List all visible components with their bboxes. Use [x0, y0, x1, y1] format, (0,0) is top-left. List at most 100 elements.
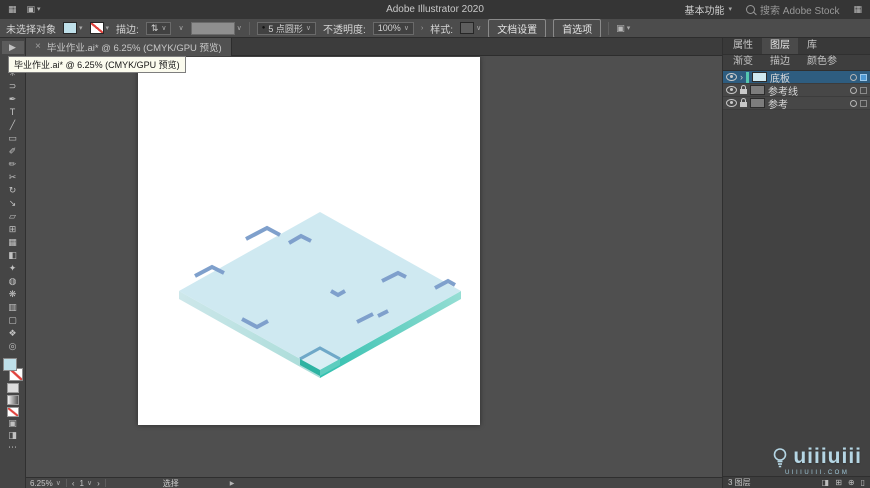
layer-row-reference[interactable]: 参考 — [723, 96, 870, 111]
selection-indicator-chip[interactable] — [860, 99, 867, 107]
new-layer-button[interactable]: ⊕ — [848, 478, 855, 487]
layer-thumbnail[interactable] — [750, 98, 765, 108]
fill-stroke-swatches[interactable] — [2, 358, 23, 381]
stroke-options-chevron-icon[interactable]: ∨ — [178, 25, 183, 32]
scissors-tool[interactable]: ✂ — [2, 171, 24, 184]
target-circle-icon[interactable] — [850, 73, 857, 81]
lock-icon[interactable] — [740, 85, 747, 94]
gradient-tool[interactable]: ◧ — [2, 249, 24, 262]
chevron-down-icon: ∨ — [305, 24, 311, 32]
none-mode-button[interactable] — [5, 406, 21, 417]
lock-icon[interactable] — [740, 98, 747, 107]
eyedropper-tool[interactable]: ✦ — [2, 262, 24, 275]
new-sublayer-button[interactable]: ⊞ — [835, 478, 842, 487]
line-segment-tool[interactable]: ╱ — [2, 119, 24, 132]
screen-mode-button[interactable]: ◨ — [5, 430, 21, 441]
selection-indicator-chip[interactable] — [860, 86, 867, 94]
workspace-switcher[interactable]: 基本功能 ▾ — [684, 2, 732, 17]
layer-thumbnail[interactable] — [750, 85, 765, 95]
next-artboard-button[interactable]: › — [97, 479, 100, 488]
artboard[interactable] — [138, 57, 480, 425]
style-swatch — [460, 22, 475, 34]
target-circle-icon[interactable] — [850, 86, 857, 94]
tab-gradient[interactable]: 渐变 — [725, 54, 761, 70]
tab-layers[interactable]: 图层 — [762, 38, 798, 54]
isometric-tile-artwork[interactable] — [138, 57, 480, 425]
panel-options-icon[interactable]: ▣ ▾ — [616, 23, 630, 34]
mesh-tool[interactable]: ▦ — [2, 236, 24, 249]
tab-properties[interactable]: 属性 — [725, 38, 761, 54]
artboard-tool[interactable]: ▢ — [2, 314, 24, 327]
selection-tool[interactable]: ▶ — [1, 41, 24, 54]
stroke-color-dropdown[interactable]: ▾ — [89, 22, 110, 34]
layer-count-label: 3 图层 — [728, 478, 751, 487]
rectangle-tool[interactable]: ▭ — [2, 132, 24, 145]
layer-thumbnail[interactable] — [752, 72, 767, 82]
delete-layer-button[interactable]: ▯ — [861, 478, 865, 487]
style-dropdown[interactable]: ∨ — [460, 22, 481, 34]
style-label: 样式: — [430, 24, 454, 36]
chevron-down-icon: ▾ — [37, 6, 41, 13]
make-mask-button[interactable]: ◨ — [822, 478, 830, 487]
lasso-tool[interactable]: ⊃ — [2, 80, 24, 93]
document-tab[interactable]: × 毕业作业.ai* @ 6.25% (CMYK/GPU 预览) — [26, 38, 232, 56]
app-grid-icon[interactable]: ▦ — [8, 4, 17, 15]
symbol-sprayer-tool[interactable]: ❋ — [2, 288, 24, 301]
visibility-eye-icon[interactable] — [726, 99, 737, 107]
visibility-eye-icon[interactable] — [726, 73, 737, 81]
paintbrush-tool[interactable]: ✐ — [2, 145, 24, 158]
scale-tool[interactable]: ↘ — [2, 197, 24, 210]
uiiiuiii-watermark: uiiiuiii UIIIUIII.COM — [772, 445, 862, 476]
stock-search[interactable]: 搜索 Adobe Stock — [746, 2, 839, 17]
lightbulb-icon — [774, 447, 787, 467]
rotate-tool[interactable]: ↻ — [2, 184, 24, 197]
draw-mode-button[interactable]: ▣ — [5, 418, 21, 429]
zoom-level-select[interactable]: 6.25% ∨ — [30, 479, 61, 488]
layer-name[interactable]: 参考 — [768, 96, 847, 111]
titlebar-right: 基本功能 ▾ 搜索 Adobe Stock ▦ — [684, 2, 862, 17]
opacity-more-arrow-icon[interactable]: › — [421, 25, 423, 32]
shape-builder-tool[interactable]: ⊞ — [2, 223, 24, 236]
opacity-dropdown[interactable]: 100% ∨ — [372, 21, 414, 35]
tab-stroke[interactable]: 描边 — [762, 54, 798, 70]
preferences-button[interactable]: 首选项 — [553, 19, 602, 37]
free-transform-tool[interactable]: ▱ — [2, 210, 24, 223]
visibility-eye-icon[interactable] — [726, 86, 737, 94]
gradient-mode-button[interactable] — [5, 394, 21, 405]
fill-color-dropdown[interactable]: ▾ — [63, 22, 83, 34]
blend-tool[interactable]: ◍ — [2, 275, 24, 288]
selection-indicator-chip[interactable] — [860, 73, 867, 81]
color-mode-button[interactable] — [5, 382, 21, 393]
arrange-documents-icon[interactable]: ▣ ▾ — [27, 4, 41, 15]
stroke-weight-label: 描边: — [116, 24, 139, 36]
tab-libraries[interactable]: 库 — [799, 38, 825, 54]
panel-grid-icon[interactable]: ▦ — [853, 4, 862, 15]
screen-mode-icon: ◨ — [8, 430, 17, 440]
expand-chevron-icon[interactable]: › — [740, 72, 743, 82]
brush-definition-dropdown[interactable]: ● 5 点圆形 ∨ — [256, 21, 316, 35]
pencil-tool[interactable]: ✏ — [2, 158, 24, 171]
prev-artboard-button[interactable]: ‹ — [72, 479, 75, 488]
target-circle-icon[interactable] — [850, 99, 857, 107]
edit-toolbar-button[interactable]: ⋯ — [5, 442, 21, 453]
type-tool[interactable]: T — [2, 106, 24, 119]
layer-color-bar — [746, 71, 749, 83]
right-panel-dock: 属性 图层 库 渐变 描边 颜色参 › 底板 参考线 参考 3 图层 ◨ ⊞ ⊕… — [722, 38, 870, 488]
status-menu-arrow-icon[interactable]: ▶ — [230, 480, 235, 487]
document-canvas[interactable] — [26, 56, 722, 477]
pen-tool[interactable]: ✒ — [2, 93, 24, 106]
hand-tool[interactable]: ❖ — [2, 327, 24, 340]
zoom-value: 6.25% — [30, 478, 53, 488]
stroke-weight-stepper[interactable]: ⇅ ∨ — [145, 21, 172, 35]
chevron-down-icon: ▾ — [105, 24, 110, 32]
column-graph-tool[interactable]: ▥ — [2, 301, 24, 314]
chevron-down-icon: ∨ — [236, 24, 242, 32]
width-profile-dropdown[interactable]: ∨ — [190, 21, 242, 35]
close-icon[interactable]: × — [35, 42, 41, 52]
fill-proxy-swatch[interactable] — [2, 358, 17, 371]
tab-color-guide[interactable]: 颜色参 — [799, 54, 845, 70]
none-mode-icon — [6, 406, 19, 417]
document-setup-button[interactable]: 文档设置 — [488, 19, 547, 37]
zoom-tool[interactable]: ◎ — [2, 340, 24, 353]
artboard-navigation-select[interactable]: 1 ∨ — [79, 479, 92, 488]
